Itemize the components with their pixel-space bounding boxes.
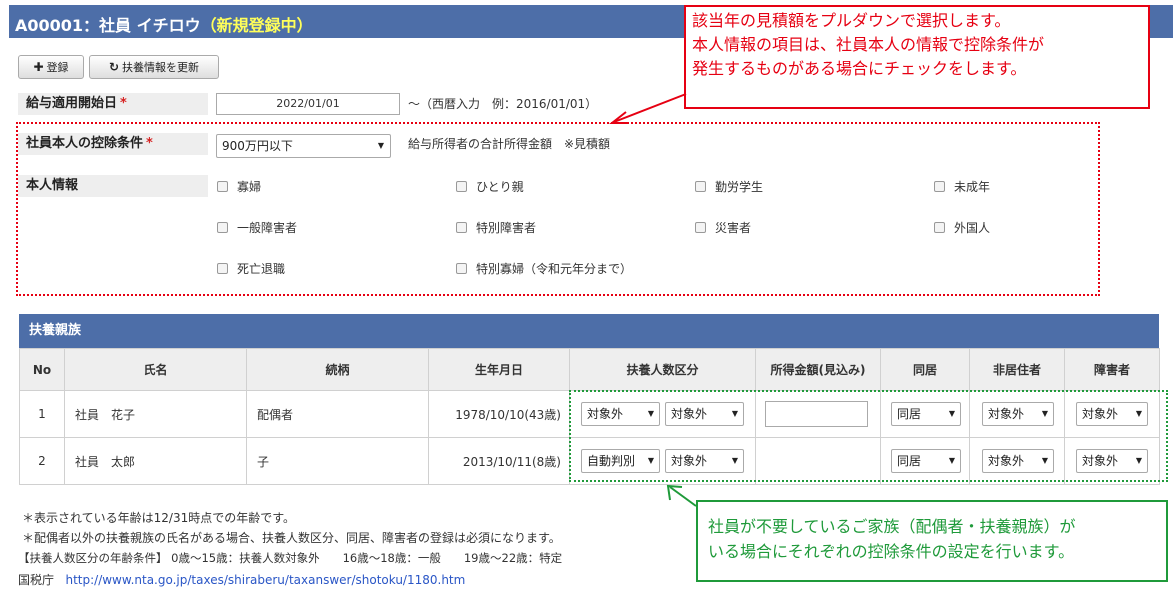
row-birth: 2013/10/11(8歳) — [428, 437, 570, 485]
refresh-icon: ↻ — [108, 60, 120, 74]
note-age: ＊表示されている年齢は12/31時点での年齢です。 — [22, 511, 296, 525]
checkbox[interactable] — [695, 222, 706, 233]
callout-text: 本人情報の項目は、社員本人の情報で控除条件が — [692, 35, 1045, 54]
option-disaster-victim[interactable]: 災害者 — [695, 219, 751, 236]
checkbox[interactable] — [934, 181, 945, 192]
header-birth: 生年月日 — [428, 348, 570, 391]
dependents-settings-highlight — [569, 390, 1168, 482]
caret-down-icon: ▼ — [377, 141, 384, 150]
update-dependents-label: 扶養情報を更新 — [122, 61, 200, 74]
option-special-widow[interactable]: 特別寡婦（令和元年分まで） — [456, 260, 632, 277]
option-label: 特別寡婦（令和元年分まで） — [476, 262, 633, 276]
header-no: No — [19, 348, 65, 391]
table-header-row: No 氏名 続柄 生年月日 扶養人数区分 所得金額(見込み) 同居 非居住者 障… — [19, 348, 1160, 391]
option-label: 死亡退職 — [237, 262, 286, 276]
note-required: ＊配偶者以外の扶養親族の氏名がある場合、扶養人数区分、同居、障害者の登録は必須に… — [22, 531, 561, 545]
row-name: 社員 太郎 — [64, 437, 247, 485]
start-date-input[interactable]: 2022/01/01 — [216, 93, 400, 115]
callout-text: 発生するものがある場合にチェックをします。 — [692, 59, 1027, 78]
option-foreigner[interactable]: 外国人 — [934, 219, 990, 236]
row-name: 社員 花子 — [64, 390, 247, 438]
status-text: （新規登録中） — [200, 16, 313, 35]
required-mark: * — [120, 96, 127, 111]
deduction-label-text: 社員本人の控除条件 — [26, 136, 144, 151]
deduction-select-value: 900万円以下 — [222, 139, 293, 153]
header-nonresident: 非居住者 — [969, 348, 1065, 391]
option-death-retirement[interactable]: 死亡退職 — [217, 260, 285, 277]
header-relation: 続柄 — [246, 348, 429, 391]
header-disability: 障害者 — [1064, 348, 1160, 391]
deduction-hint: 給与所得者の合計所得金額 ※見積額 — [408, 137, 611, 151]
checkbox[interactable] — [456, 181, 467, 192]
start-date-hint: ～（西暦入力 例：2016/01/01） — [408, 97, 598, 111]
note-tax-office: 国税庁 http://www.nta.go.jp/taxes/shiraberu… — [18, 571, 465, 588]
header-income: 所得金額(見込み) — [755, 348, 881, 391]
deduction-label: 社員本人の控除条件 * — [18, 133, 208, 155]
register-label: 登録 — [46, 61, 69, 74]
deduction-select[interactable]: 900万円以下 ▼ — [216, 134, 391, 158]
option-label: 災害者 — [715, 221, 752, 235]
option-single-parent[interactable]: ひとり親 — [456, 178, 524, 195]
update-dependents-button[interactable]: ↻ 扶養情報を更新 — [89, 55, 219, 79]
option-label: ひとり親 — [476, 180, 524, 194]
option-label: 未成年 — [954, 180, 991, 194]
checkbox[interactable] — [695, 181, 706, 192]
tax-office-label: 国税庁 — [18, 573, 55, 587]
option-label: 勤労学生 — [715, 180, 764, 194]
register-button[interactable]: ✚ 登録 — [18, 55, 84, 79]
callout-dependents: 社員が不要しているご家族（配偶者・扶養親族）が いる場合にそれぞれの控除条件の設… — [696, 500, 1168, 582]
row-no: 2 — [19, 437, 65, 485]
callout-arrow-red — [609, 93, 687, 124]
start-date-label: 給与適用開始日 * — [18, 93, 208, 115]
option-working-student[interactable]: 勤労学生 — [695, 178, 763, 195]
row-no: 1 — [19, 390, 65, 438]
checkbox[interactable] — [217, 263, 228, 274]
checkbox[interactable] — [456, 222, 467, 233]
option-label: 外国人 — [954, 221, 991, 235]
option-special-disability[interactable]: 特別障害者 — [456, 219, 536, 236]
page-title: A00001：社員 イチロウ（新規登録中） — [15, 12, 313, 36]
personal-info-label: 本人情報 — [18, 175, 208, 197]
start-date-label-text: 給与適用開始日 — [26, 96, 118, 111]
option-widow[interactable]: 寡婦 — [217, 178, 261, 195]
row-relation: 配偶者 — [246, 390, 429, 438]
row-birth: 1978/10/10(43歳) — [428, 390, 570, 438]
callout-text: 社員が不要しているご家族（配偶者・扶養親族）が — [708, 517, 1076, 536]
header-category: 扶養人数区分 — [569, 348, 756, 391]
callout-personal-info: 該当年の見積額をプルダウンで選択します。 本人情報の項目は、社員本人の情報で控除… — [684, 5, 1150, 109]
option-general-disability[interactable]: 一般障害者 — [217, 219, 297, 236]
option-label: 一般障害者 — [237, 221, 298, 235]
employee-title: A00001：社員 イチロウ — [15, 16, 201, 35]
dependents-section-title: 扶養親族 — [19, 314, 1159, 348]
checkbox[interactable] — [456, 263, 467, 274]
header-name: 氏名 — [64, 348, 247, 391]
plus-icon: ✚ — [33, 60, 44, 74]
tax-office-link[interactable]: http://www.nta.go.jp/taxes/shiraberu/tax… — [65, 573, 465, 587]
callout-text: 該当年の見積額をプルダウンで選択します。 — [692, 11, 1011, 30]
note-age-conditions: 【扶養人数区分の年齢条件】 0歳～15歳：扶養人数対象外 16歳～18歳：一般 … — [18, 551, 563, 565]
checkbox[interactable] — [217, 222, 228, 233]
header-cohabit: 同居 — [880, 348, 970, 391]
required-mark: * — [146, 136, 153, 151]
option-minor[interactable]: 未成年 — [934, 178, 990, 195]
option-label: 特別障害者 — [476, 221, 537, 235]
checkbox[interactable] — [934, 222, 945, 233]
callout-text: いる場合にそれぞれの控除条件の設定を行います。 — [708, 542, 1075, 561]
option-label: 寡婦 — [237, 180, 262, 194]
row-relation: 子 — [246, 437, 429, 485]
checkbox[interactable] — [217, 181, 228, 192]
